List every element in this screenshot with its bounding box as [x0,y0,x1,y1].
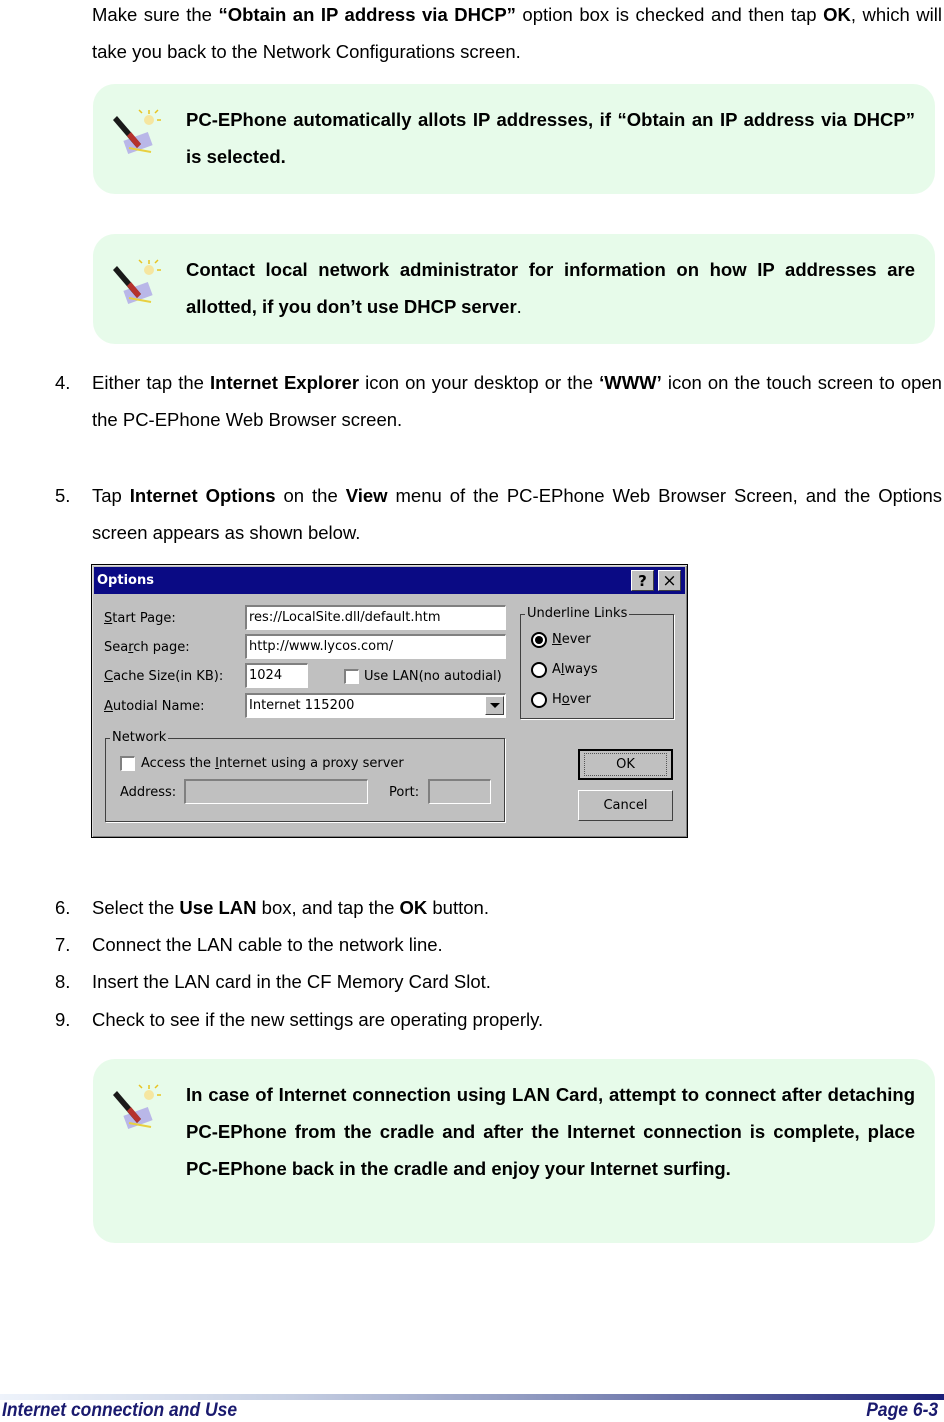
note-network-admin: Contact local network administrator for … [93,234,935,344]
start-page-input[interactable]: res://LocalSite.dll/default.htm [245,605,506,630]
cancel-button[interactable]: Cancel [578,790,673,821]
close-button[interactable]: × [658,570,681,591]
step-4: 4. Either tap the Internet Explorer icon… [55,372,942,430]
radio-always[interactable] [531,662,547,678]
port-input[interactable] [428,779,491,804]
ok-button[interactable]: OK [578,749,673,780]
dialog-title: Options [97,573,154,588]
autodial-name-label: Autodial Name: [104,699,205,714]
radio-never[interactable] [531,632,547,648]
autodial-name-select[interactable]: Internet 115200 [245,693,506,718]
radio-hover[interactable] [531,692,547,708]
ok-term: OK [823,4,851,25]
note-pen-icon [113,259,161,305]
use-lan-label: Use LAN(no autodial) [364,669,502,684]
intro-paragraph: Make sure the “Obtain an IP address via … [92,4,942,62]
options-dialog: Options ? × Start Page: res://LocalSite.… [91,564,688,838]
network-group: Network Access the Internet using a prox… [105,730,505,822]
radio-always-label: Always [552,662,598,677]
use-lan-checkbox[interactable] [344,669,359,684]
note-lan-card: In case of Internet connection using LAN… [93,1059,935,1243]
proxy-label: Access the Internet using a proxy server [141,756,404,771]
note-pen-icon [113,1084,161,1130]
step-9: 9. Check to see if the new settings are … [55,1009,544,1030]
footer-page-number: Page 6-3 [866,1400,938,1421]
proxy-checkbox[interactable] [120,756,135,771]
step-6: 6. Select the Use LAN box, and tap the O… [55,897,489,918]
underline-links-group: Underline Links Never Always Hover [520,606,674,719]
step-5: 5. Tap Internet Options on the View menu… [55,485,942,543]
port-label: Port: [389,785,420,800]
dhcp-option-name: “Obtain an IP address via DHCP” [218,4,516,25]
radio-hover-label: Hover [552,692,591,707]
note-pen-icon [113,109,161,155]
dialog-titlebar: Options ? × [94,567,685,594]
help-button[interactable]: ? [631,570,654,591]
address-input[interactable] [184,779,368,804]
search-page-label: Search page: [104,640,190,655]
address-label: Address: [120,785,177,800]
note-dhcp: PC-EPhone automatically allots IP addres… [93,84,935,194]
step-7: 7. Connect the LAN cable to the network … [55,934,443,955]
start-page-label: Start Page: [104,611,176,626]
search-page-input[interactable]: http://www.lycos.com/ [245,634,506,659]
chevron-down-icon[interactable] [485,696,504,715]
footer-section-title: Internet connection and Use [2,1400,238,1421]
radio-never-label: Never [552,632,591,647]
cache-size-input[interactable]: 1024 [245,663,308,688]
step-8: 8. Insert the LAN card in the CF Memory … [55,971,491,992]
cache-size-label: Cache Size(in KB): [104,669,224,684]
